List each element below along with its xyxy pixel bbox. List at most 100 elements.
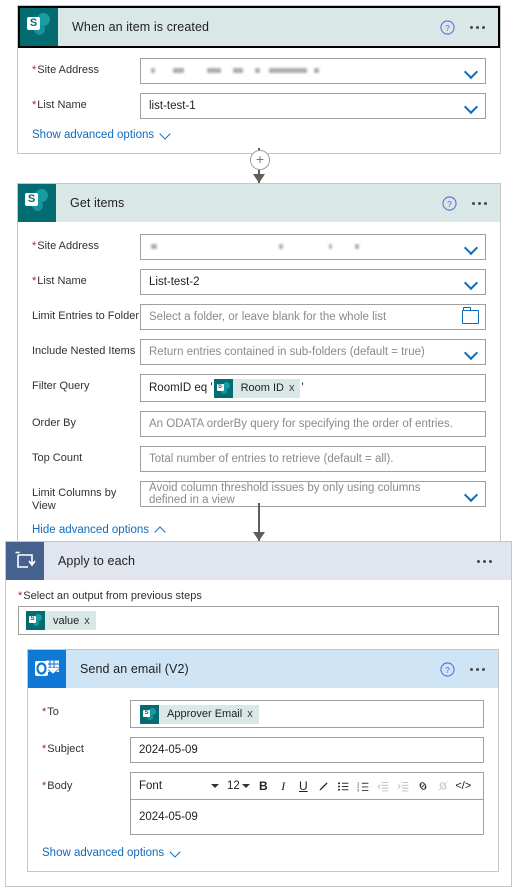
site-address-input[interactable] <box>140 234 486 260</box>
rich-text-toolbar[interactable]: Font 12 B I U 1 2 3 </> <box>130 772 484 799</box>
get-items-card-header[interactable]: S Get items ? <box>18 184 500 222</box>
select-output-input[interactable]: S value x <box>18 606 499 635</box>
trigger-card[interactable]: S When an item is created ? *Site Addres… <box>17 5 501 154</box>
limit-columns-by-view-input[interactable]: Avoid column threshold issues by only us… <box>140 481 486 507</box>
field-label: *List Name <box>32 99 87 111</box>
font-family-dropdown[interactable]: Font <box>135 780 223 792</box>
field-order-by[interactable]: Order By An ODATA orderBy query for spec… <box>32 411 486 437</box>
advanced-options-label: Hide advanced options <box>32 524 149 536</box>
send-email-card[interactable]: Send an email (V2) ? *To S Approver Emai… <box>27 649 499 872</box>
chevron-down-icon[interactable] <box>465 348 479 357</box>
svg-text:3: 3 <box>357 787 360 792</box>
apply-to-each-card[interactable]: Apply to each *Select an output from pre… <box>5 541 512 887</box>
send-email-title: Send an email (V2) <box>80 662 189 676</box>
field-list-name[interactable]: *List Name list-test-1 <box>32 93 486 119</box>
token-remove-icon[interactable]: x <box>84 615 96 627</box>
ellipsis-icon[interactable] <box>467 548 501 574</box>
increase-indent-icon[interactable] <box>394 776 413 797</box>
list-name-input[interactable]: list-test-1 <box>140 93 486 119</box>
placeholder-text: Select a folder, or leave blank for the … <box>149 311 387 323</box>
get-items-card-title: Get items <box>70 196 125 210</box>
field-label: Filter Query <box>32 380 90 392</box>
body-text-area[interactable]: 2024-05-09 <box>130 799 484 835</box>
token-chip-value[interactable]: S value x <box>26 611 96 630</box>
help-icon[interactable]: ? <box>434 14 460 40</box>
folder-icon[interactable] <box>462 307 479 324</box>
field-include-nested-items[interactable]: Include Nested Items Return entries cont… <box>32 339 486 365</box>
sharepoint-icon: S <box>26 611 45 630</box>
bold-button[interactable]: B <box>254 776 273 797</box>
get-items-card[interactable]: S Get items ? *Site Address *List Name L… <box>17 183 501 549</box>
numbered-list-icon[interactable]: 123 <box>354 776 373 797</box>
ellipsis-icon[interactable] <box>460 14 494 40</box>
field-label: *List Name <box>32 275 87 287</box>
order-by-input[interactable]: An ODATA orderBy query for specifying th… <box>140 411 486 437</box>
pen-icon[interactable] <box>314 776 333 797</box>
decrease-indent-icon[interactable] <box>374 776 393 797</box>
unlink-icon[interactable] <box>434 776 453 797</box>
insert-step-button[interactable]: + <box>250 150 270 170</box>
chevron-down-icon[interactable] <box>465 67 479 76</box>
connector-trigger-to-getitems: + <box>229 148 289 183</box>
field-limit-entries-to-folder[interactable]: Limit Entries to Folder Select a folder,… <box>32 304 486 330</box>
show-advanced-options-link[interactable]: Show advanced options <box>32 129 486 141</box>
to-input[interactable]: S Approver Email x <box>130 700 484 728</box>
field-filter-query[interactable]: Filter Query RoomID eq ' S Room ID x ' <box>32 374 486 402</box>
bulleted-list-icon[interactable] <box>334 776 353 797</box>
send-email-header[interactable]: Send an email (V2) ? <box>28 650 498 688</box>
apply-to-each-header[interactable]: Apply to each <box>6 542 511 580</box>
field-label: Limit Entries to Folder <box>32 310 139 322</box>
filter-query-input[interactable]: RoomID eq ' S Room ID x ' <box>140 374 486 402</box>
ellipsis-icon[interactable] <box>460 656 494 682</box>
font-size-dropdown[interactable]: 12 <box>224 780 253 792</box>
token-remove-icon[interactable]: x <box>289 382 301 394</box>
chevron-up-icon <box>156 525 166 535</box>
trigger-card-header[interactable]: S When an item is created ? <box>18 6 500 48</box>
field-body[interactable]: *Body Font 12 B I U 1 2 3 </> 2024-05-09 <box>42 772 484 835</box>
field-to[interactable]: *To S Approver Email x <box>42 700 484 728</box>
apply-to-each-body: *Select an output from previous steps S … <box>6 580 511 886</box>
token-chip-approver-email[interactable]: S Approver Email x <box>140 704 259 724</box>
chevron-down-icon[interactable] <box>465 102 479 111</box>
field-label: Limit Columns by View <box>32 487 117 512</box>
send-email-body: *To S Approver Email x *Subject 2024-05-… <box>28 688 498 871</box>
advanced-options-label: Show advanced options <box>42 847 165 859</box>
include-nested-items-input[interactable]: Return entries contained in sub-folders … <box>140 339 486 365</box>
field-label: *Site Address <box>32 240 100 252</box>
underline-button[interactable]: U <box>294 776 313 797</box>
limit-entries-to-folder-input[interactable]: Select a folder, or leave blank for the … <box>140 304 486 330</box>
code-view-button[interactable]: </> <box>454 776 473 797</box>
top-count-input[interactable]: Total number of entries to retrieve (def… <box>140 446 486 472</box>
subject-value: 2024-05-09 <box>139 744 198 756</box>
link-icon[interactable] <box>414 776 433 797</box>
apply-to-each-title: Apply to each <box>58 554 136 568</box>
chevron-down-icon[interactable] <box>465 243 479 252</box>
help-icon[interactable]: ? <box>436 190 462 216</box>
ellipsis-icon[interactable] <box>462 190 496 216</box>
svg-text:?: ? <box>445 664 450 674</box>
svg-text:?: ? <box>445 22 450 32</box>
token-chip-room-id[interactable]: S Room ID x <box>213 378 301 398</box>
chevron-down-icon[interactable] <box>465 490 479 499</box>
help-icon[interactable]: ? <box>434 656 460 682</box>
body-value: 2024-05-09 <box>139 811 198 823</box>
list-name-input[interactable]: List-test-2 <box>140 269 486 295</box>
field-subject[interactable]: *Subject 2024-05-09 <box>42 737 484 763</box>
italic-button[interactable]: I <box>274 776 293 797</box>
show-advanced-options-link[interactable]: Show advanced options <box>42 847 484 859</box>
site-address-input[interactable] <box>140 58 486 84</box>
token-label: Approver Email <box>167 708 243 720</box>
field-site-address[interactable]: *Site Address <box>32 234 486 260</box>
chevron-down-icon[interactable] <box>465 278 479 287</box>
field-label: Include Nested Items <box>32 345 136 357</box>
subject-input[interactable]: 2024-05-09 <box>130 737 484 763</box>
field-top-count[interactable]: Top Count Total number of entries to ret… <box>32 446 486 472</box>
field-site-address[interactable]: *Site Address <box>32 58 486 84</box>
placeholder-text: Return entries contained in sub-folders … <box>149 346 425 358</box>
field-list-name[interactable]: *List Name List-test-2 <box>32 269 486 295</box>
trigger-card-title: When an item is created <box>72 20 210 34</box>
token-remove-icon[interactable]: x <box>247 708 259 720</box>
font-size-label: 12 <box>227 780 240 792</box>
list-name-value: list-test-1 <box>149 100 196 112</box>
connector-getitems-to-applytoeach <box>229 503 289 541</box>
